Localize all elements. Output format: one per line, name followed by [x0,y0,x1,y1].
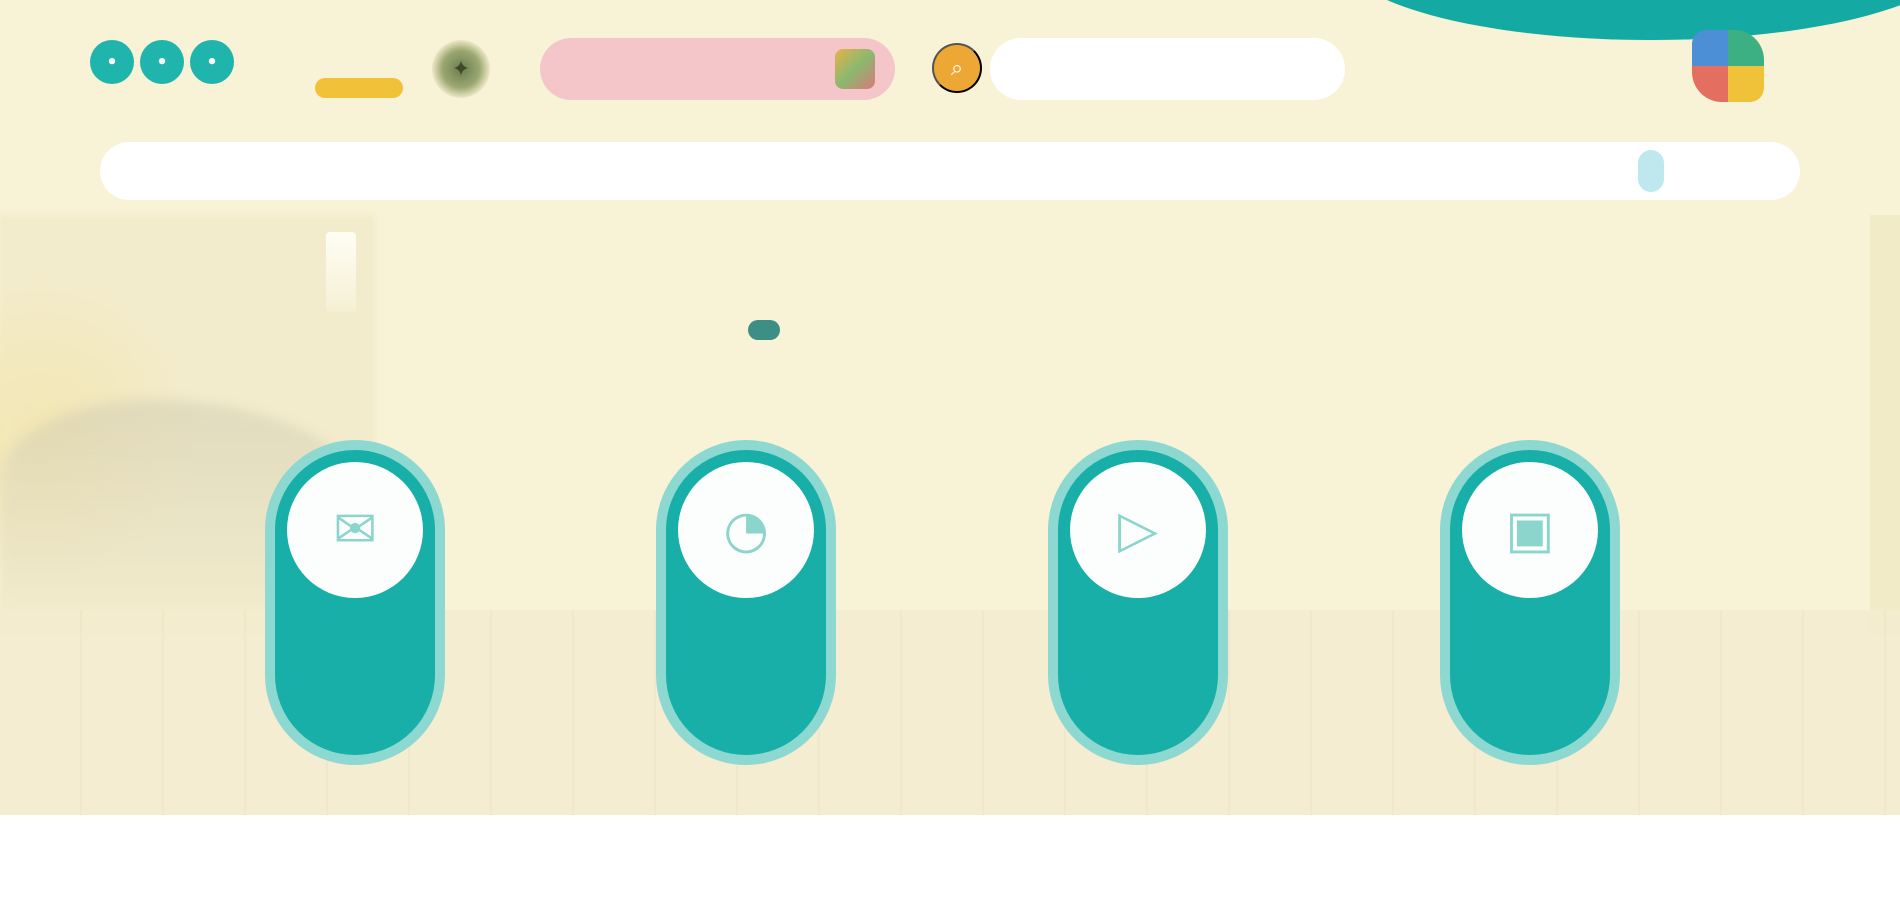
card-icon-circle: ▣ [1462,462,1598,598]
service-card-gallery[interactable]: ▣ [1440,440,1620,765]
social-links: • • • [90,40,234,84]
decorative-flag [326,232,356,312]
decorative-right-panel [1870,215,1900,635]
decorative-swoosh [1340,0,1900,40]
hero-section: • • • ✦ ⌕ ▣ ▷ ◔ ✉ [0,0,1900,815]
card-icon-circle: ▷ [1070,462,1206,598]
site-logo[interactable] [1692,30,1764,102]
arrow-icon [748,320,780,340]
mail-icon: ✉ [333,500,377,560]
highlight-link-icon [835,49,875,89]
service-card-mail[interactable]: ✉ [265,440,445,765]
language-switcher[interactable] [280,42,420,102]
card-icon-circle: ✉ [287,462,423,598]
search-button[interactable]: ⌕ [932,43,982,93]
play-icon: ▷ [1118,500,1158,560]
main-navigation [100,142,1800,200]
gallery-icon: ▣ [1505,500,1555,560]
clock-icon: ◔ [723,500,769,560]
social-icon-2[interactable]: • [140,40,184,84]
service-card-clock[interactable]: ◔ [656,440,836,765]
nav-home-indicator[interactable] [1638,150,1664,192]
search-input[interactable] [990,38,1345,100]
highlight-link-button[interactable] [540,38,895,100]
social-icon-1[interactable]: • [90,40,134,84]
search-icon: ⌕ [950,55,964,80]
card-icon-circle: ◔ [678,462,814,598]
service-card-video[interactable]: ▷ [1048,440,1228,765]
language-badge [315,78,403,98]
emblem-icon: ✦ [432,40,490,98]
social-icon-3[interactable]: • [190,40,234,84]
